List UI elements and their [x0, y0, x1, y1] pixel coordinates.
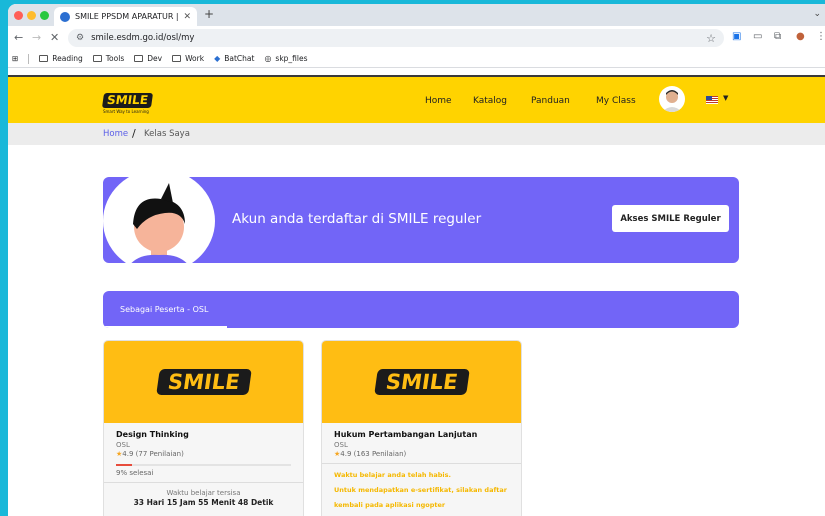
apps-grid-icon[interactable]: ⊞ — [12, 54, 18, 63]
course-title[interactable]: Design Thinking — [116, 430, 291, 439]
banner-message: Akun anda terdaftar di SMILE reguler — [232, 211, 482, 227]
participant-section-tabs: Sebagai Peserta - OSL — [103, 291, 739, 328]
url-text: smile.esdm.go.id/osl/my — [91, 33, 195, 43]
folder-icon — [172, 55, 182, 62]
course-logo: SMILE — [155, 369, 252, 395]
folder-icon — [39, 55, 49, 62]
breadcrumb: Home / Kelas Saya — [8, 123, 825, 145]
course-card[interactable]: SMILE Hukum Pertambangan Lanjutan OSL ★4… — [321, 340, 522, 516]
rating-text: 4.9 (77 Penilaian) — [122, 450, 184, 458]
tab-title: SMILE PPSDM APARATUR | M — [75, 12, 180, 21]
breadcrumb-current: Kelas Saya — [144, 129, 190, 139]
tab-close-icon[interactable]: ✕ — [183, 12, 191, 22]
active-tab-underline — [103, 326, 227, 328]
forward-icon[interactable]: → — [32, 31, 41, 44]
breadcrumb-home[interactable]: Home — [103, 129, 128, 139]
address-bar-row: ← → ✕ ⚙ smile.esdm.go.id/osl/my ☆ ▣ ▭ ⧉ … — [8, 26, 825, 50]
stop-loading-icon[interactable]: ✕ — [50, 31, 59, 44]
globe-icon: ◎ — [264, 54, 272, 63]
bookmark-work[interactable]: Work — [172, 54, 204, 63]
tab-strip: SMILE PPSDM APARATUR | M ✕ + ⌄ — [8, 4, 825, 26]
new-tab-icon[interactable]: + — [204, 7, 214, 21]
course-subtitle: OSL — [116, 441, 130, 449]
smile-logo[interactable]: SMILE Smart Way to Learning — [101, 89, 157, 114]
course-rating: ★4.9 (77 Penilaian) — [116, 450, 291, 458]
course-thumbnail: SMILE — [322, 341, 521, 423]
expired-warning-line: Untuk mendapatkan e-sertifikat, silakan … — [334, 486, 507, 494]
language-chevron-down-icon[interactable]: ▼ — [723, 94, 728, 102]
maximize-window-icon[interactable] — [40, 11, 49, 20]
bookmarks-bar: ⊞ Reading Tools Dev Work ◆ BatChat ◎ skp_f… — [8, 50, 825, 68]
close-window-icon[interactable] — [14, 11, 23, 20]
browser-menu-icon[interactable]: ⋮ — [816, 31, 825, 42]
breadcrumb-separator: / — [132, 127, 136, 140]
progress-bar — [116, 464, 291, 466]
course-logo: SMILE — [373, 369, 470, 395]
folder-icon — [134, 55, 144, 62]
bookmark-reading[interactable]: Reading — [39, 54, 83, 63]
rating-text: 4.9 (163 Penilaian) — [340, 450, 407, 458]
folder-icon — [92, 55, 102, 62]
url-field[interactable]: ⚙ smile.esdm.go.id/osl/my ☆ — [68, 29, 724, 47]
time-remaining-value: 33 Hari 15 Jam 55 Menit 48 Detik — [133, 498, 274, 507]
bookmark-dev[interactable]: Dev — [134, 54, 162, 63]
progress-fill — [116, 464, 132, 466]
bookmark-tools[interactable]: Tools — [92, 54, 124, 63]
site-info-icon[interactable]: ⚙ — [76, 33, 84, 43]
tab-search-chevron-icon[interactable]: ⌄ — [813, 9, 821, 19]
time-remaining-label: Waktu belajar tersisa — [166, 489, 241, 497]
access-smile-regular-button[interactable]: Akses SMILE Reguler — [612, 205, 729, 232]
card-divider — [322, 463, 521, 464]
person-illustration-icon — [131, 183, 187, 263]
user-avatar[interactable] — [659, 86, 685, 112]
browser-tab[interactable]: SMILE PPSDM APARATUR | M ✕ — [54, 7, 197, 26]
nav-home[interactable]: Home — [425, 96, 452, 106]
course-rating: ★4.9 (163 Penilaian) — [334, 450, 509, 458]
user-photo-icon — [662, 90, 682, 112]
profile-avatar-icon[interactable]: ● — [796, 31, 805, 42]
tab-participant-osl[interactable]: Sebagai Peserta - OSL — [120, 305, 208, 314]
avatar-illustration — [103, 177, 215, 263]
nav-katalog[interactable]: Katalog — [473, 96, 507, 106]
nav-panduan[interactable]: Panduan — [531, 96, 570, 106]
us-flag-icon[interactable] — [706, 96, 718, 104]
progress-text: 9% selesai — [116, 469, 154, 477]
site-header: SMILE Smart Way to Learning Home Katalog… — [8, 75, 825, 123]
logo-mark: SMILE — [101, 93, 153, 108]
batchat-icon: ◆ — [214, 54, 221, 63]
cast-icon[interactable]: ▭ — [753, 31, 762, 42]
minimize-window-icon[interactable] — [27, 11, 36, 20]
card-divider — [104, 482, 303, 483]
regular-account-banner: Akun anda terdaftar di SMILE reguler Aks… — [103, 177, 739, 263]
course-title[interactable]: Hukum Pertambangan Lanjutan — [334, 430, 509, 439]
expired-warning-line: Waktu belajar anda telah habis. — [334, 471, 451, 479]
course-card[interactable]: SMILE Design Thinking OSL ★4.9 (77 Penil… — [103, 340, 304, 516]
site-favicon-icon — [60, 11, 70, 22]
bookmark-batchat[interactable]: ◆ BatChat — [214, 54, 254, 63]
course-card-body: Design Thinking OSL ★4.9 (77 Penilaian) … — [104, 423, 303, 516]
back-icon[interactable]: ← — [14, 31, 23, 44]
course-card-body: Hukum Pertambangan Lanjutan OSL ★4.9 (16… — [322, 423, 521, 516]
logo-tagline: Smart Way to Learning — [103, 109, 149, 114]
course-thumbnail: SMILE — [104, 341, 303, 423]
extensions-puzzle-icon[interactable]: ⧉ — [774, 31, 781, 42]
bookmark-skp-files[interactable]: ◎ skp_files — [264, 54, 307, 63]
browser-window: SMILE PPSDM APARATUR | M ✕ + ⌄ ← → ✕ ⚙ s… — [8, 4, 825, 516]
nav-my-class[interactable]: My Class — [596, 96, 636, 106]
expired-warning-line: kembali pada aplikasi ngopter — [334, 501, 446, 509]
course-subtitle: OSL — [334, 441, 348, 449]
extension-icon[interactable]: ▣ — [732, 31, 741, 42]
bookmark-star-icon[interactable]: ☆ — [706, 32, 716, 45]
bookmarks-separator — [28, 53, 30, 64]
